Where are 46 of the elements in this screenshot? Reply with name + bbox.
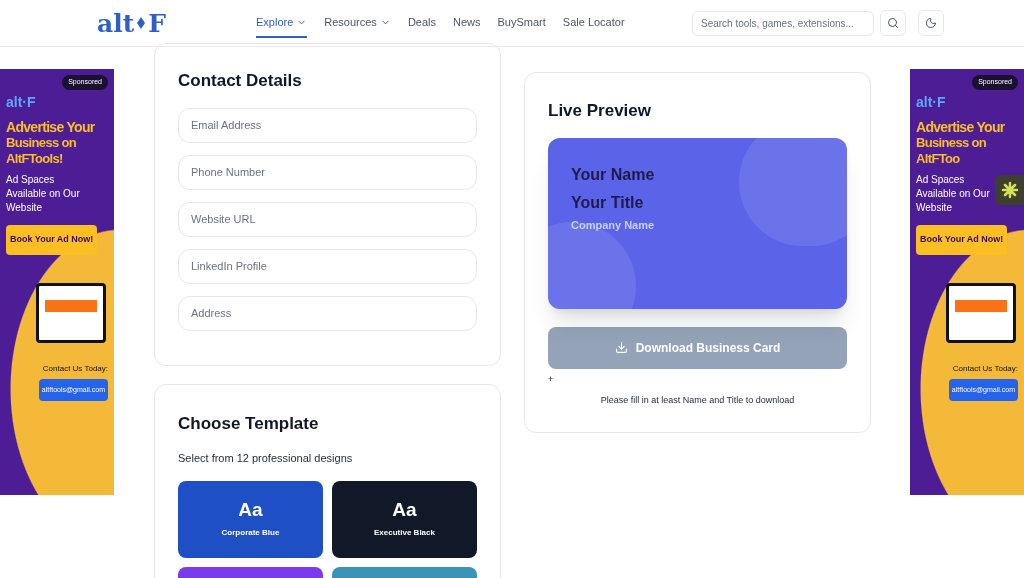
diamond-icon bbox=[137, 17, 146, 29]
input-field[interactable]: Address bbox=[178, 295, 477, 331]
section-title: Live Preview bbox=[548, 100, 652, 122]
section-title: Contact Details bbox=[178, 70, 303, 92]
template-option[interactable]: Aa Executive Black bbox=[332, 480, 477, 558]
ad-headline: Advertise Your bbox=[916, 119, 1006, 135]
plus-mark: + bbox=[548, 374, 554, 384]
nav-link[interactable]: Sale Locator bbox=[562, 8, 625, 38]
ad-text: Contact Us Today: bbox=[42, 362, 108, 375]
download-icon bbox=[614, 341, 628, 354]
input-field[interactable]: Phone Number bbox=[178, 154, 477, 190]
download-hint: Please fill in at least Name and Title to download bbox=[599, 393, 796, 407]
ad-logo: alt·F bbox=[6, 95, 37, 109]
floating-widget-button[interactable] bbox=[995, 175, 1024, 205]
theme-toggle-button[interactable] bbox=[918, 10, 944, 36]
nav-link[interactable]: BuySmart bbox=[497, 8, 546, 38]
ad-cta-button: Book Your Ad Now! bbox=[916, 225, 1008, 255]
card-company: Company Name bbox=[571, 217, 656, 233]
devices-drawing bbox=[36, 282, 106, 343]
ad-headline: Advertise Your bbox=[6, 119, 96, 135]
nav-link[interactable]: Explore bbox=[256, 8, 308, 38]
section-subtitle: Select from 12 professional designs bbox=[178, 451, 354, 466]
section-title: Choose Template bbox=[178, 412, 320, 435]
nav-link[interactable]: News bbox=[453, 8, 481, 38]
nav-link[interactable]: Resources bbox=[324, 8, 391, 38]
ad-text: Ad Spaces Available on Our Website bbox=[916, 173, 991, 215]
ad-logo: alt·F bbox=[916, 95, 947, 109]
ad-text: Contact Us Today: bbox=[952, 362, 1018, 375]
template-option[interactable]: Aa Corporate Blue bbox=[178, 480, 323, 558]
devices-drawing bbox=[946, 282, 1016, 343]
search-button[interactable] bbox=[880, 10, 906, 36]
card-name: Your Name bbox=[571, 164, 656, 185]
ad-headline: Business on AltFToo bbox=[916, 135, 988, 167]
nav-link[interactable]: Deals bbox=[407, 8, 436, 38]
ad-text: Ad Spaces Available on Our Website bbox=[6, 173, 81, 215]
input-field[interactable]: LinkedIn Profile bbox=[178, 248, 477, 284]
moon-icon bbox=[925, 17, 937, 29]
asterisk-icon bbox=[1000, 181, 1019, 199]
search-icon bbox=[887, 17, 899, 29]
ad-headline: Business on AltFTools! bbox=[6, 135, 78, 167]
card-title: Your Title bbox=[571, 192, 645, 213]
logo[interactable]: alt F bbox=[97, 10, 166, 36]
input-field[interactable]: Website URL bbox=[178, 201, 477, 237]
search-field[interactable]: Search tools, games, extensions... bbox=[692, 10, 874, 36]
ad-cta-button: Book Your Ad Now! bbox=[6, 225, 98, 255]
input-field[interactable]: Email Address bbox=[178, 107, 477, 143]
